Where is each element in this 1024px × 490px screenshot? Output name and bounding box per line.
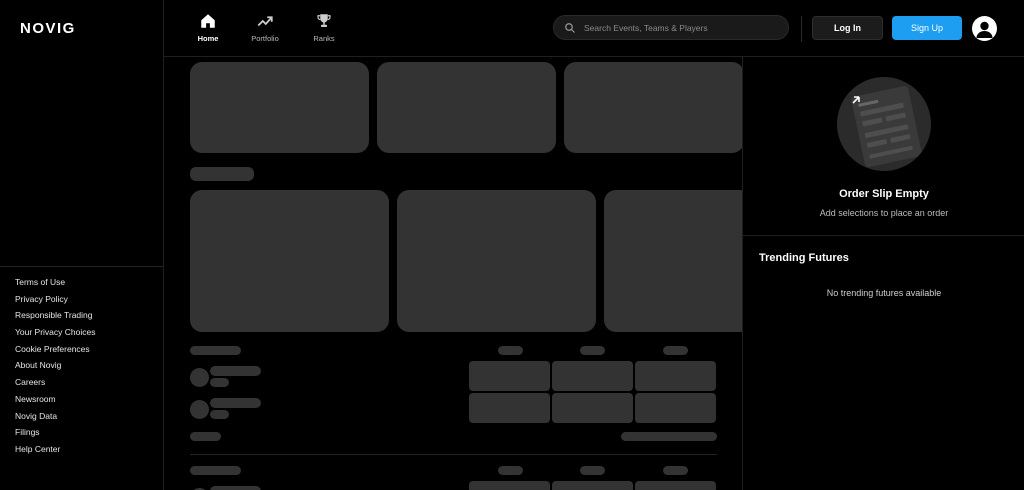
login-button[interactable]: Log In bbox=[812, 16, 883, 40]
link-cookie-preferences[interactable]: Cookie Preferences bbox=[15, 343, 95, 360]
header-divider bbox=[801, 16, 802, 42]
skeleton-text bbox=[210, 378, 229, 387]
skeleton-text bbox=[210, 398, 261, 408]
skeleton-card bbox=[397, 190, 596, 332]
skeleton-card bbox=[190, 62, 369, 153]
order-slip-subtitle: Add selections to place an order bbox=[819, 208, 949, 218]
order-slip-title: Order Slip Empty bbox=[839, 188, 929, 200]
skeleton-odds-cell bbox=[469, 393, 550, 423]
nav-home[interactable]: Home bbox=[186, 12, 230, 43]
skeleton-odds-cell bbox=[469, 361, 550, 391]
skeleton-odds-cell bbox=[635, 393, 716, 423]
nav-portfolio-label: Portfolio bbox=[251, 34, 279, 43]
skeleton-text bbox=[190, 466, 241, 475]
trophy-icon bbox=[317, 14, 331, 27]
skeleton-text bbox=[580, 466, 605, 475]
nav-home-label: Home bbox=[197, 34, 219, 43]
skeleton-card bbox=[604, 190, 742, 332]
skeleton-text bbox=[210, 410, 229, 419]
ticket-icon bbox=[851, 86, 922, 168]
link-novig-data[interactable]: Novig Data bbox=[15, 410, 95, 427]
link-privacy-policy[interactable]: Privacy Policy bbox=[15, 293, 95, 310]
skeleton-text bbox=[190, 432, 221, 441]
link-terms-of-use[interactable]: Terms of Use bbox=[15, 276, 95, 293]
skeleton-text bbox=[621, 432, 717, 441]
link-responsible-trading[interactable]: Responsible Trading bbox=[15, 309, 95, 326]
skeleton-text bbox=[498, 346, 523, 355]
skeleton-team-logo bbox=[190, 368, 209, 387]
user-icon bbox=[976, 21, 993, 38]
trending-futures-empty: No trending futures available bbox=[826, 288, 942, 298]
nav-ranks-label: Ranks bbox=[313, 34, 335, 43]
skeleton-card bbox=[377, 62, 556, 153]
search-input[interactable] bbox=[582, 21, 776, 34]
link-careers[interactable]: Careers bbox=[15, 376, 95, 393]
sidebar-divider bbox=[0, 266, 163, 267]
skeleton-team-logo bbox=[190, 400, 209, 419]
panel-divider bbox=[743, 235, 1024, 236]
skeleton-text bbox=[498, 466, 523, 475]
skeleton-card bbox=[190, 190, 389, 332]
skeleton-odds-cell bbox=[552, 481, 633, 490]
trending-up-icon bbox=[257, 16, 273, 27]
order-slip-illustration bbox=[837, 77, 931, 171]
skeleton-odds-cell bbox=[469, 481, 550, 490]
skeleton-odds-cell bbox=[635, 481, 716, 490]
skeleton-text bbox=[210, 486, 261, 490]
novig-logo[interactable]: NOVIG bbox=[20, 20, 76, 37]
link-about-novig[interactable]: About Novig bbox=[15, 359, 95, 376]
search-bar[interactable] bbox=[553, 15, 789, 40]
skeleton-odds-cell bbox=[635, 361, 716, 391]
skeleton-text bbox=[663, 466, 688, 475]
signup-button[interactable]: Sign Up bbox=[892, 16, 962, 40]
trending-futures-title: Trending Futures bbox=[759, 252, 849, 264]
skeleton-text bbox=[210, 366, 261, 376]
top-bar: Home Portfolio Ranks Log In Sign Up bbox=[164, 0, 1024, 57]
skeleton-odds-cell bbox=[552, 361, 633, 391]
skeleton-card bbox=[564, 62, 742, 153]
row-divider bbox=[190, 454, 717, 455]
footer-links: Terms of Use Privacy Policy Responsible … bbox=[15, 276, 95, 460]
right-panel: Order Slip Empty Add selections to place… bbox=[742, 57, 1024, 490]
skeleton-heading bbox=[190, 167, 254, 181]
search-icon bbox=[565, 22, 575, 33]
skeleton-odds-cell bbox=[552, 393, 633, 423]
skeleton-text bbox=[663, 346, 688, 355]
link-privacy-choices[interactable]: Your Privacy Choices bbox=[15, 326, 95, 343]
nav-ranks[interactable]: Ranks bbox=[302, 12, 346, 43]
nav-portfolio[interactable]: Portfolio bbox=[243, 12, 287, 43]
link-newsroom[interactable]: Newsroom bbox=[15, 393, 95, 410]
link-filings[interactable]: Filings bbox=[15, 426, 95, 443]
skeleton-text bbox=[580, 346, 605, 355]
home-icon bbox=[201, 14, 215, 28]
link-help-center[interactable]: Help Center bbox=[15, 443, 95, 460]
main-content-loading bbox=[164, 57, 742, 490]
skeleton-text bbox=[190, 346, 241, 355]
sidebar: NOVIG Terms of Use Privacy Policy Respon… bbox=[0, 0, 164, 490]
avatar[interactable] bbox=[972, 16, 997, 41]
